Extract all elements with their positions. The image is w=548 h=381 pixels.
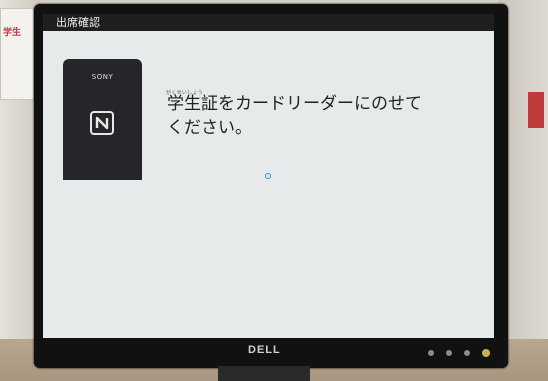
monitor-button-3[interactable] — [464, 350, 470, 356]
instruction-line-2: ください。 — [167, 118, 252, 138]
dell-logo: DELL — [248, 344, 281, 356]
card-reader: SONY — [63, 59, 142, 180]
power-button[interactable] — [482, 349, 490, 357]
nfc-icon — [90, 111, 114, 135]
reader-brand: SONY — [91, 73, 114, 81]
red-sign — [528, 92, 544, 128]
monitor-stand — [218, 366, 310, 381]
monitor-screen: 出席確認 SONY がくせいしょう 学生証をカードリーダーにのせて ください。 — [43, 14, 494, 338]
wall-poster: 学生 — [0, 8, 34, 100]
monitor-button-2[interactable] — [446, 350, 452, 356]
loading-spinner-icon — [265, 173, 271, 179]
poster-text: 学生 — [3, 28, 22, 38]
instruction-message: 学生証をカードリーダーにのせて ください。 — [167, 92, 422, 140]
monitor-button-1[interactable] — [428, 350, 434, 356]
instruction-line-1: 学生証をカードリーダーにのせて — [167, 94, 422, 114]
window-title: 出席確認 — [43, 14, 494, 31]
